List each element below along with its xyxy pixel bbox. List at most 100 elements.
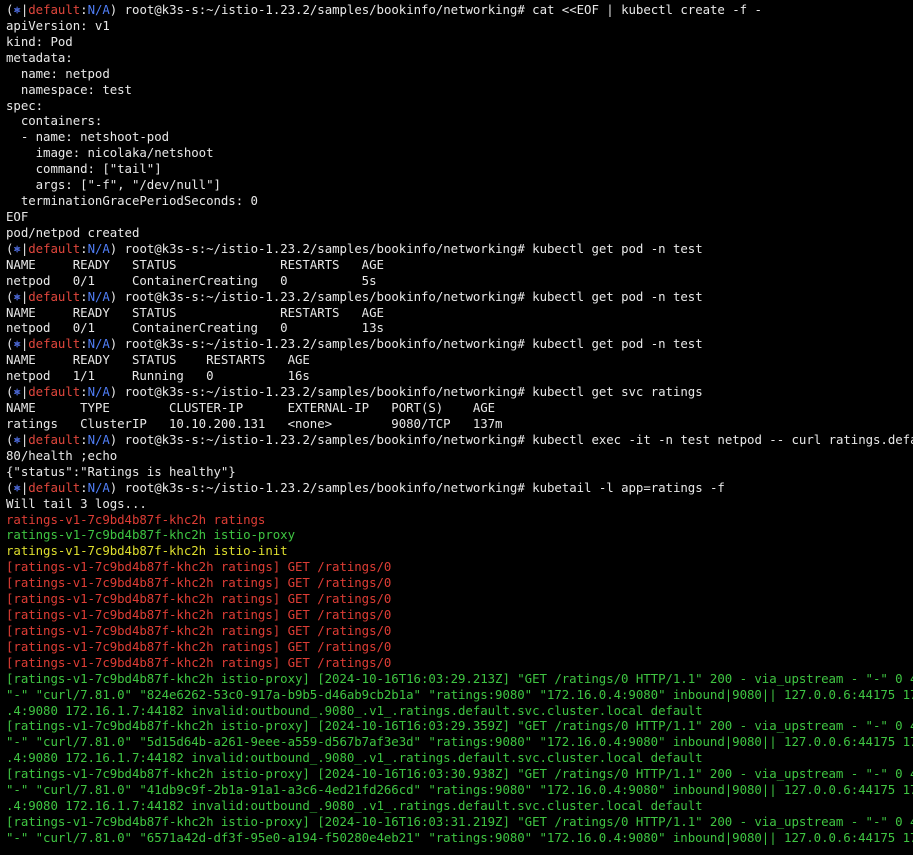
prompt-line: (⎈|default:N/A) root@k3s-s:~/istio-1.23.… <box>6 289 913 305</box>
output-line: {"status":"Ratings is healthy"} <box>6 464 913 480</box>
prompt-line: (⎈|default:N/A) root@k3s-s:~/istio-1.23.… <box>6 2 913 18</box>
output-line: "-" "curl/7.81.0" "41db9c9f-2b1a-91a1-a3… <box>6 782 913 798</box>
kubernetes-helm-icon: ⎈ <box>13 479 21 495</box>
prompt-colon: : <box>80 431 88 447</box>
output-line: "-" "curl/7.81.0" "5d15d64b-a261-9eee-a5… <box>6 734 913 750</box>
prompt-context: default <box>28 2 81 17</box>
output-line: NAME TYPE CLUSTER-IP EXTERNAL-IP PORT(S)… <box>6 400 913 416</box>
output-line: - name: netshoot-pod <box>6 129 913 145</box>
prompt-close-paren: ) <box>109 336 125 352</box>
output-text: pod/netpod created <box>6 224 140 240</box>
output-text: NAME TYPE CLUSTER-IP EXTERNAL-IP PORT(S)… <box>6 400 496 416</box>
prompt-userhost: root@k3s-s:~/istio-1.23.2/samples/bookin… <box>124 384 533 400</box>
output-line: netpod 0/1 ContainerCreating 0 5s <box>6 273 913 289</box>
output-text: .4:9080 172.16.1.7:44182 invalid:outboun… <box>6 798 703 814</box>
prompt-userhost: root@k3s-s:~/istio-1.23.2/samples/bookin… <box>124 479 533 495</box>
prompt-context: default <box>28 479 81 495</box>
output-text: "-" "curl/7.81.0" "824e6262-53c0-917a-b9… <box>6 686 913 702</box>
kubernetes-helm-icon: ⎈ <box>13 288 21 304</box>
output-line: args: ["-f", "/dev/null"] <box>6 177 913 193</box>
output-line: command: ["tail"] <box>6 161 913 177</box>
output-line: 80/health ;echo <box>6 448 913 464</box>
output-text: netpod 0/1 ContainerCreating 0 5s <box>6 272 377 288</box>
output-line: netpod 0/1 ContainerCreating 0 13s <box>6 320 913 336</box>
prompt-line: (⎈|default:N/A) root@k3s-s:~/istio-1.23.… <box>6 384 913 400</box>
output-line: "-" "curl/7.81.0" "824e6262-53c0-917a-b9… <box>6 687 913 703</box>
output-text: .4:9080 172.16.1.7:44182 invalid:outboun… <box>6 702 703 718</box>
prompt-context: default <box>28 336 81 352</box>
kubernetes-helm-icon: ⎈ <box>13 240 21 256</box>
output-line: [ratings-v1-7c9bd4b87f-khc2h istio-proxy… <box>6 814 913 830</box>
prompt-line: (⎈|default:N/A) root@k3s-s:~/istio-1.23.… <box>6 480 913 496</box>
output-line: containers: <box>6 113 913 129</box>
output-line: .4:9080 172.16.1.7:44182 invalid:outboun… <box>6 703 913 719</box>
prompt-close-paren: ) <box>109 2 125 17</box>
output-text: [ratings-v1-7c9bd4b87f-khc2h ratings] GE… <box>6 559 392 575</box>
prompt-close-paren: ) <box>109 384 125 400</box>
prompt-context: default <box>28 384 81 400</box>
prompt-namespace: N/A <box>87 288 110 304</box>
output-text: ratings ClusterIP 10.10.200.131 <none> 9… <box>6 415 503 431</box>
output-text: [ratings-v1-7c9bd4b87f-khc2h ratings] GE… <box>6 591 392 607</box>
output-text: [ratings-v1-7c9bd4b87f-khc2h ratings] GE… <box>6 575 392 591</box>
output-line: ratings-v1-7c9bd4b87f-khc2h istio-init <box>6 543 913 559</box>
output-text: [ratings-v1-7c9bd4b87f-khc2h ratings] GE… <box>6 654 392 670</box>
output-text: "-" "curl/7.81.0" "41db9c9f-2b1a-91a1-a3… <box>6 782 913 798</box>
output-text: [ratings-v1-7c9bd4b87f-khc2h istio-proxy… <box>6 718 913 734</box>
output-text: [ratings-v1-7c9bd4b87f-khc2h istio-proxy… <box>6 814 913 830</box>
output-line: apiVersion: v1 <box>6 18 913 34</box>
output-line: spec: <box>6 98 913 114</box>
prompt-line: (⎈|default:N/A) root@k3s-s:~/istio-1.23.… <box>6 241 913 257</box>
prompt-userhost: root@k3s-s:~/istio-1.23.2/samples/bookin… <box>124 288 533 304</box>
output-text: containers: <box>6 113 103 129</box>
output-line: [ratings-v1-7c9bd4b87f-khc2h ratings] GE… <box>6 575 913 591</box>
output-text: image: nicolaka/netshoot <box>6 145 214 161</box>
terminal-window[interactable]: (⎈|default:N/A) root@k3s-s:~/istio-1.23.… <box>0 0 913 855</box>
output-text: namespace: test <box>6 81 132 97</box>
kubernetes-helm-icon: ⎈ <box>13 384 21 400</box>
prompt-namespace: N/A <box>87 240 110 256</box>
prompt-userhost: root@k3s-s:~/istio-1.23.2/samples/bookin… <box>124 336 533 352</box>
output-text: [ratings-v1-7c9bd4b87f-khc2h ratings] GE… <box>6 638 392 654</box>
output-text: 80/health ;echo <box>6 447 118 463</box>
output-text: args: ["-f", "/dev/null"] <box>6 177 221 193</box>
output-text: NAME READY STATUS RESTARTS AGE <box>6 304 384 320</box>
output-line: namespace: test <box>6 82 913 98</box>
kubernetes-helm-icon: ⎈ <box>13 431 21 447</box>
prompt-colon: : <box>80 240 88 256</box>
output-line: [ratings-v1-7c9bd4b87f-khc2h ratings] GE… <box>6 655 913 671</box>
prompt-colon: : <box>80 288 88 304</box>
output-text: [ratings-v1-7c9bd4b87f-khc2h ratings] GE… <box>6 622 392 638</box>
output-text: ratings-v1-7c9bd4b87f-khc2h istio-init <box>6 543 288 559</box>
output-text: NAME READY STATUS RESTARTS AGE <box>6 256 384 272</box>
output-line: [ratings-v1-7c9bd4b87f-khc2h istio-proxy… <box>6 718 913 734</box>
output-text: - name: netshoot-pod <box>6 129 170 145</box>
output-text: terminationGracePeriodSeconds: 0 <box>6 193 258 209</box>
output-line: terminationGracePeriodSeconds: 0 <box>6 193 913 209</box>
command-text: kubectl get svc ratings <box>532 384 703 400</box>
output-line: Will tail 3 logs... <box>6 496 913 512</box>
command-text: kubectl get pod -n test <box>532 240 703 256</box>
prompt-namespace: N/A <box>87 336 110 352</box>
output-text: spec: <box>6 97 44 113</box>
command-text: kubectl exec -it -n test netpod -- curl … <box>532 431 913 447</box>
output-line: [ratings-v1-7c9bd4b87f-khc2h ratings] GE… <box>6 639 913 655</box>
output-line: [ratings-v1-7c9bd4b87f-khc2h istio-proxy… <box>6 671 913 687</box>
output-line: .4:9080 172.16.1.7:44182 invalid:outboun… <box>6 798 913 814</box>
prompt-namespace: N/A <box>87 2 110 17</box>
output-text: [ratings-v1-7c9bd4b87f-khc2h istio-proxy… <box>6 670 913 686</box>
output-text: name: netpod <box>6 65 110 81</box>
output-line: pod/netpod created <box>6 225 913 241</box>
output-text: ratings-v1-7c9bd4b87f-khc2h ratings <box>6 511 266 527</box>
output-line: [ratings-v1-7c9bd4b87f-khc2h istio-proxy… <box>6 766 913 782</box>
output-line: "-" "curl/7.81.0" "6571a42d-df3f-95e0-a1… <box>6 830 913 846</box>
prompt-context: default <box>28 431 81 447</box>
output-text: .4:9080 172.16.1.7:44182 invalid:outboun… <box>6 750 703 766</box>
prompt-context: default <box>28 240 81 256</box>
output-line: ratings-v1-7c9bd4b87f-khc2h ratings <box>6 512 913 528</box>
prompt-context: default <box>28 288 81 304</box>
output-text: ratings-v1-7c9bd4b87f-khc2h istio-proxy <box>6 527 295 543</box>
output-line: NAME READY STATUS RESTARTS AGE <box>6 257 913 273</box>
output-text: metadata: <box>6 49 73 65</box>
prompt-userhost: root@k3s-s:~/istio-1.23.2/samples/bookin… <box>124 431 533 447</box>
